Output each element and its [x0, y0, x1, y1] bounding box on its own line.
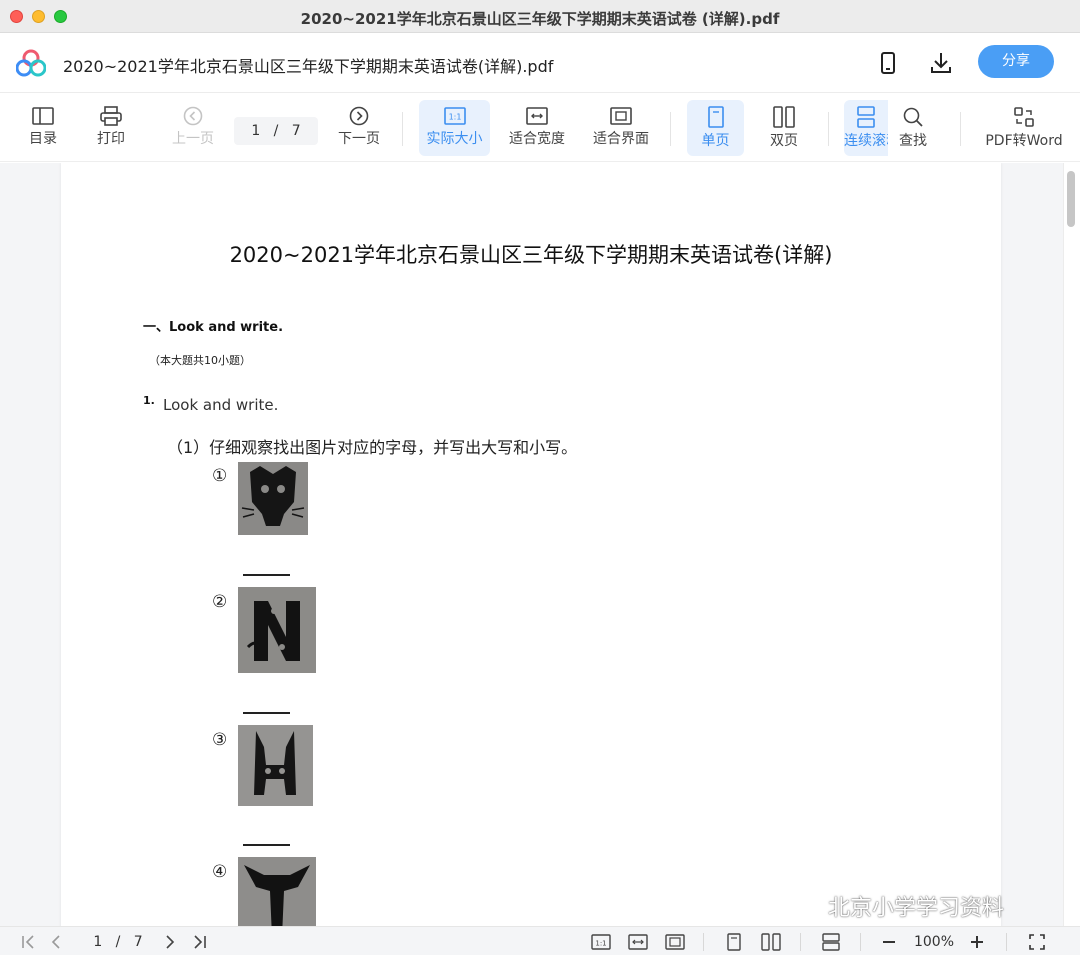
- actual-size-icon: 1:1: [443, 107, 466, 125]
- answer-blank: [243, 712, 290, 714]
- fit-width-icon[interactable]: [627, 931, 649, 953]
- letter-picture: [238, 462, 308, 535]
- answer-blank: [243, 844, 290, 846]
- fit-page-icon: [610, 107, 632, 125]
- animal-letter-image-icon: [244, 865, 310, 926]
- chevron-left-circle-icon: [183, 106, 203, 126]
- letter-picture: [238, 857, 316, 926]
- toolbar-divider: [960, 112, 961, 146]
- app-logo-icon: [16, 49, 46, 77]
- page-number-input[interactable]: 1 / 7: [234, 117, 318, 145]
- first-page-icon[interactable]: [20, 931, 38, 953]
- fit-width-button[interactable]: 适合宽度: [505, 100, 569, 156]
- toolbar-divider: [402, 112, 403, 146]
- actual-size-button[interactable]: 1:1 实际大小: [419, 100, 490, 156]
- toolbar: 目录 打印 上一页 1 / 7 下一页 1:1 实际大小 适合宽度 适合界面 单…: [0, 94, 1080, 162]
- last-page-icon[interactable]: [190, 931, 208, 953]
- share-button[interactable]: 分享: [978, 45, 1054, 78]
- letter-picture: [238, 725, 313, 806]
- section-heading: 一、Look and write.: [143, 320, 284, 335]
- chevron-left-icon[interactable]: [48, 931, 64, 953]
- svg-text:1:1: 1:1: [595, 940, 606, 948]
- toc-button[interactable]: 目录: [22, 100, 64, 156]
- single-page-button[interactable]: 单页: [687, 100, 744, 156]
- bottom-bar: 1 / 7 1:1 100%: [0, 926, 1080, 955]
- find-button[interactable]: 查找: [888, 100, 938, 156]
- zoom-out-icon[interactable]: [880, 931, 898, 953]
- download-icon[interactable]: [928, 50, 954, 76]
- continuous-scroll-icon: [857, 106, 875, 128]
- mobile-icon[interactable]: [875, 50, 901, 76]
- bottom-divider: [703, 933, 704, 951]
- pdf-page: 2020~2021学年北京石景山区三年级下学期期末英语试卷(详解) 一、Look…: [61, 163, 1001, 926]
- double-page-button[interactable]: 双页: [758, 100, 810, 156]
- bottom-divider: [800, 933, 801, 951]
- chevron-right-circle-icon: [349, 106, 369, 126]
- toc-icon: [32, 107, 54, 125]
- item-marker: ③: [212, 730, 228, 750]
- vertical-scrollbar-track[interactable]: [1063, 163, 1080, 926]
- document-title: 2020~2021学年北京石景山区三年级下学期期末英语试卷(详解): [229, 243, 833, 267]
- toolbar-divider: [828, 112, 829, 146]
- watermark: 北京小学学习资料: [786, 890, 1004, 923]
- item-marker: ④: [212, 862, 228, 882]
- window-titlebar: 2020~2021学年北京石景山区三年级下学期期末英语试卷 (详解).pdf: [0, 0, 1080, 33]
- double-page-icon: [773, 106, 795, 128]
- item-marker: ①: [212, 466, 228, 486]
- vertical-scrollbar-thumb[interactable]: [1067, 171, 1075, 227]
- toolbar-divider: [670, 112, 671, 146]
- bottom-divider: [860, 933, 861, 951]
- continuous-scroll-button[interactable]: 连续滚动: [844, 100, 888, 156]
- printer-icon: [100, 106, 122, 126]
- next-page-button[interactable]: 下一页: [334, 100, 384, 156]
- single-page-icon[interactable]: [724, 931, 744, 953]
- wechat-icon: [787, 897, 821, 921]
- file-name: 2020~2021学年北京石景山区三年级下学期期末英语试卷(详解).pdf: [63, 57, 554, 76]
- chevron-right-icon[interactable]: [162, 931, 178, 953]
- letter-picture: [238, 587, 316, 673]
- fullscreen-icon[interactable]: [1027, 931, 1047, 953]
- fit-page-icon[interactable]: [664, 931, 686, 953]
- actual-size-icon[interactable]: 1:1: [590, 931, 612, 953]
- animal-letter-image-icon: [246, 601, 300, 661]
- question-number: 1.: [143, 394, 155, 407]
- fit-width-icon: [526, 107, 548, 125]
- animal-letter-image-icon: [254, 731, 296, 795]
- section-note: （本大题共10小题）: [149, 354, 251, 367]
- document-viewport[interactable]: 2020~2021学年北京石景山区三年级下学期期末英语试卷(详解) 一、Look…: [0, 163, 1080, 926]
- zoom-in-icon[interactable]: [968, 931, 986, 953]
- item-marker: ②: [212, 592, 228, 612]
- search-icon: [903, 107, 923, 127]
- continuous-scroll-icon[interactable]: [820, 931, 842, 953]
- pdf-to-word-button[interactable]: PDF转Word: [983, 100, 1065, 156]
- print-button[interactable]: 打印: [90, 100, 132, 156]
- single-page-icon: [707, 106, 724, 128]
- bottom-page-indicator[interactable]: 1 / 7: [82, 931, 154, 953]
- svg-text:1:1: 1:1: [448, 113, 461, 122]
- prev-page-button[interactable]: 上一页: [168, 100, 218, 156]
- app-header: 2020~2021学年北京石景山区三年级下学期期末英语试卷(详解).pdf 分享: [0, 33, 1080, 93]
- animal-letter-image-icon: [241, 466, 305, 526]
- double-page-icon[interactable]: [760, 931, 782, 953]
- sub-question-text: （1）仔细观察找出图片对应的字母，并写出大写和小写。: [167, 438, 578, 457]
- convert-icon: [1014, 107, 1034, 127]
- bottom-divider: [1006, 933, 1007, 951]
- question-text: Look and write.: [163, 396, 279, 414]
- answer-blank: [243, 574, 290, 576]
- zoom-level[interactable]: 100%: [908, 931, 960, 953]
- window-title: 2020~2021学年北京石景山区三年级下学期期末英语试卷 (详解).pdf: [300, 10, 780, 28]
- fit-page-button[interactable]: 适合界面: [589, 100, 653, 156]
